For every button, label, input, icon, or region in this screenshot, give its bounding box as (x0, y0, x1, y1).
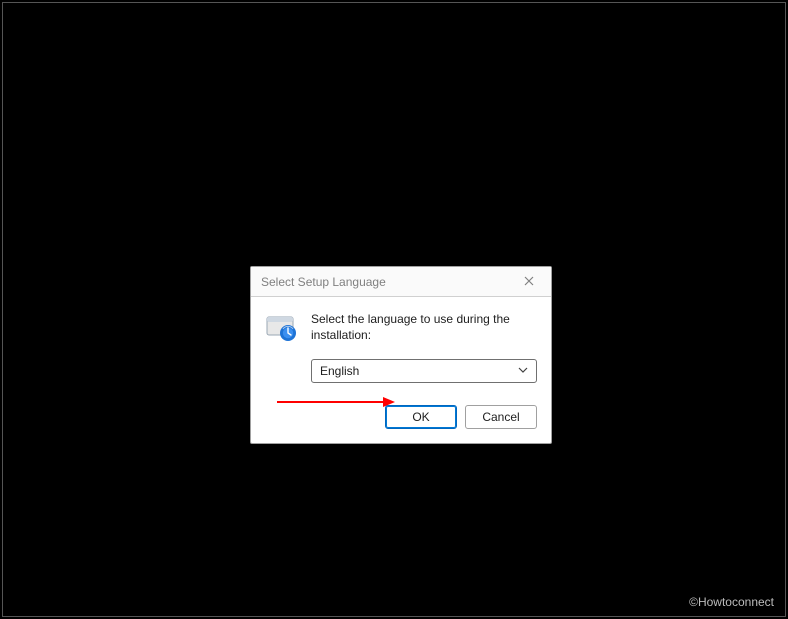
language-selected-value: English (320, 364, 359, 378)
titlebar: Select Setup Language (251, 267, 551, 297)
setup-language-dialog: Select Setup Language Select the languag… (250, 266, 552, 444)
ok-button[interactable]: OK (385, 405, 457, 429)
cancel-button-label: Cancel (482, 410, 519, 424)
language-select-row: English (251, 351, 551, 397)
dialog-button-row: OK Cancel (251, 397, 551, 443)
ok-button-label: OK (412, 410, 429, 424)
dialog-body: Select the language to use during the in… (251, 297, 551, 351)
watermark-text: ©Howtoconnect (689, 595, 774, 609)
close-button[interactable] (515, 271, 543, 293)
dialog-title: Select Setup Language (261, 275, 386, 289)
close-icon (524, 273, 534, 291)
cancel-button[interactable]: Cancel (465, 405, 537, 429)
instruction-text: Select the language to use during the in… (311, 311, 537, 345)
setup-icon (265, 311, 299, 345)
chevron-down-icon (518, 364, 528, 378)
language-dropdown[interactable]: English (311, 359, 537, 383)
